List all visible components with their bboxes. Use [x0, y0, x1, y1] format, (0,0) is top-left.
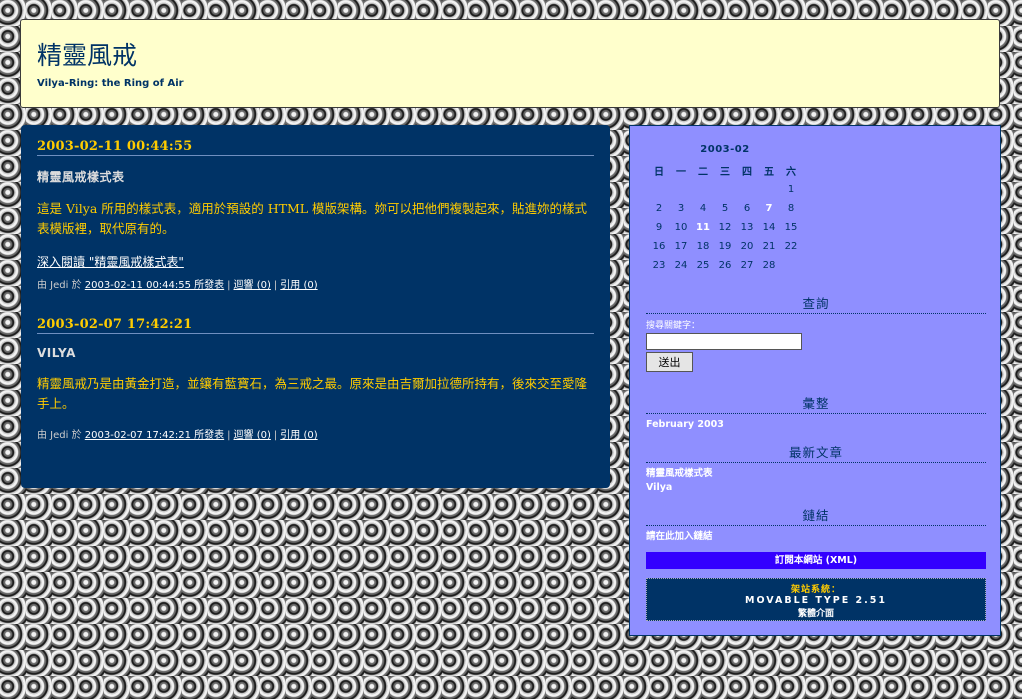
movable-type-link[interactable]: MOVABLE TYPE 2.51	[647, 595, 985, 606]
links-section: 鏈結 請在此加入鏈結	[646, 505, 986, 544]
post-author: 由 Jedi 於	[37, 280, 82, 291]
archive-link[interactable]: February 2003	[646, 418, 986, 432]
blog-banner: 精靈風戒 Vilya-Ring: the Ring of Air	[20, 19, 1000, 108]
powered-by-box: 架站系統： MOVABLE TYPE 2.51 繁體介面	[646, 578, 986, 621]
post-title: VILYA	[37, 346, 76, 360]
interface-link[interactable]: 繁體介面	[647, 606, 985, 619]
calendar-day: 8	[787, 203, 795, 214]
calendar-day: 1	[787, 184, 795, 195]
comments-link[interactable]: 迴響 (0)	[234, 280, 271, 291]
post-date: 2003-02-11 00:44:55	[37, 139, 594, 156]
post-body: 這是 Vilya 所用的樣式表，適用於預設的 HTML 模版架構。妳可以把他們複…	[37, 201, 588, 236]
calendar-empty-cell	[670, 180, 692, 199]
calendar-day-link[interactable]: 11	[692, 218, 714, 237]
search-section: 查詢 搜尋關鍵字： 送出	[646, 293, 986, 372]
calendar: 2003-02 日 一 二 三 四 五 六 1 2 3 4 5 6 7 8 9 10 11 12 13 1…	[648, 144, 802, 275]
links-item[interactable]: 請在此加入鏈結	[646, 530, 986, 544]
calendar-day: 28	[762, 260, 776, 271]
calendar-day: 22	[784, 241, 798, 252]
calendar-day: 10	[674, 222, 688, 233]
calendar-day: 14	[762, 222, 776, 233]
calendar-day: 17	[674, 241, 688, 252]
calendar-day: 12	[718, 222, 732, 233]
search-title: 查詢	[646, 293, 986, 314]
calendar-weekday: 五	[764, 167, 774, 178]
permalink-link[interactable]: 2003-02-07 17:42:21 所發表	[85, 430, 224, 441]
calendar-day: 5	[721, 203, 729, 214]
calendar-day: 6	[743, 203, 751, 214]
post-footer: 由 Jedi 於 2003-02-07 17:42:21 所發表 | 迴響 (0) |…	[37, 430, 318, 441]
post-date: 2003-02-07 17:42:21	[37, 317, 594, 334]
recent-post-link[interactable]: 精靈風戒樣式表	[646, 467, 986, 481]
calendar-weekday: 一	[676, 167, 686, 178]
search-submit-button[interactable]: 送出	[646, 352, 693, 372]
search-input[interactable]	[646, 333, 802, 350]
recent-posts-section: 最新文章 精靈風戒樣式表 Vilya	[646, 442, 986, 495]
post-entry: 2003-02-07 17:42:21 VILYA 精靈風戒乃是由黃金打造，並鑲…	[37, 317, 594, 441]
recent-posts-title: 最新文章	[646, 442, 986, 463]
powered-by-label: 架站系統：	[790, 585, 841, 595]
post-footer: 由 Jedi 於 2003-02-11 00:44:55 所發表 | 迴響 (0) |…	[37, 280, 318, 291]
blog-title[interactable]: 精靈風戒	[37, 36, 137, 72]
calendar-day: 25	[696, 260, 710, 271]
main-content: 2003-02-11 00:44:55 精靈風戒樣式表 這是 Vilya 所用的…	[21, 125, 610, 488]
calendar-weekday: 三	[720, 167, 730, 178]
calendar-day: 2	[655, 203, 663, 214]
calendar-day: 9	[655, 222, 663, 233]
calendar-day: 26	[718, 260, 732, 271]
post-body: 精靈風戒乃是由黃金打造，並鑲有藍寶石，為三戒之最。原來是由吉爾加拉德所持有，後來…	[37, 376, 588, 411]
calendar-caption: 2003-02	[700, 144, 750, 155]
calendar-day: 20	[740, 241, 754, 252]
post-entry: 2003-02-11 00:44:55 精靈風戒樣式表 這是 Vilya 所用的…	[37, 139, 594, 291]
calendar-grid: 日 一 二 三 四 五 六 1 2 3 4 5 6 7 8 9 10 11 12 13 14 15 16 17 1…	[648, 161, 802, 275]
calendar-day: 16	[652, 241, 666, 252]
calendar-empty-cell	[714, 180, 736, 199]
calendar-empty-cell	[780, 256, 802, 275]
calendar-day: 24	[674, 260, 688, 271]
calendar-day: 15	[784, 222, 798, 233]
post-title: 精靈風戒樣式表	[37, 170, 125, 184]
calendar-day: 23	[652, 260, 666, 271]
post-author: 由 Jedi 於	[37, 430, 82, 441]
trackback-link[interactable]: 引用 (0)	[280, 430, 317, 441]
archives-title: 彙整	[646, 393, 986, 414]
calendar-weekday: 二	[698, 167, 708, 178]
xml-feed-link[interactable]: 訂閱本網站 (XML)	[646, 552, 986, 569]
links-title: 鏈結	[646, 505, 986, 526]
blog-description: Vilya-Ring: the Ring of Air	[37, 78, 184, 89]
recent-post-link[interactable]: Vilya	[646, 481, 986, 495]
calendar-weekday: 日	[654, 167, 664, 178]
calendar-day: 18	[696, 241, 710, 252]
calendar-day: 3	[677, 203, 685, 214]
read-more-link[interactable]: 深入閱讀 "精靈風戒樣式表"	[37, 253, 184, 270]
calendar-day: 27	[740, 260, 754, 271]
calendar-day: 4	[699, 203, 707, 214]
sidebar: 2003-02 日 一 二 三 四 五 六 1 2 3 4 5 6 7 8 9 10 11 12 13 1…	[629, 125, 1001, 636]
calendar-day-link[interactable]: 7	[758, 199, 780, 218]
permalink-link[interactable]: 2003-02-11 00:44:55 所發表	[85, 280, 224, 291]
archives-section: 彙整 February 2003	[646, 393, 986, 432]
search-label: 搜尋關鍵字：	[646, 321, 701, 331]
comments-link[interactable]: 迴響 (0)	[234, 430, 271, 441]
calendar-day: 21	[762, 241, 776, 252]
calendar-day: 13	[740, 222, 754, 233]
calendar-empty-cell	[736, 180, 758, 199]
calendar-day: 19	[718, 241, 732, 252]
trackback-link[interactable]: 引用 (0)	[280, 280, 317, 291]
calendar-empty-cell	[758, 180, 780, 199]
calendar-weekday: 四	[742, 167, 752, 178]
calendar-empty-cell	[648, 180, 670, 199]
calendar-empty-cell	[692, 180, 714, 199]
calendar-weekday: 六	[786, 167, 796, 178]
